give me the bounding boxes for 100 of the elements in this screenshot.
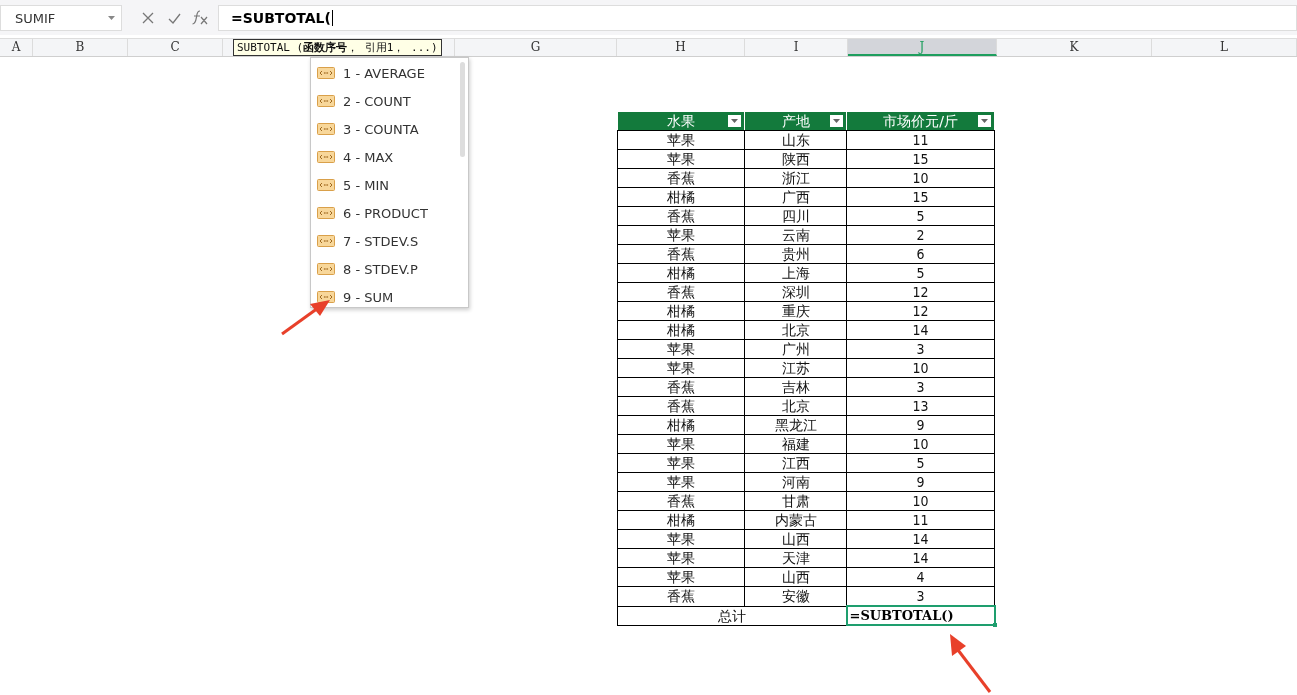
table-cell: 13 [846,396,995,416]
menu-item[interactable]: 4 - MAX [311,143,468,171]
column-header[interactable]: K [997,39,1152,56]
table-header-cell: 产地 [744,111,847,131]
table-cell: 5 [846,263,995,283]
table-cell: 4 [846,567,995,587]
table-cell: 香蕉 [617,206,745,226]
table-cell: 苹果 [617,358,745,378]
table-cell: 苹果 [617,130,745,150]
formula-cell[interactable]: =SUBTOTAL() [846,606,995,625]
menu-item[interactable]: 6 - PRODUCT [311,199,468,227]
table-cell: 苹果 [617,434,745,454]
function-icon [317,235,335,247]
table-cell: 四川 [744,206,847,226]
function-icon [317,151,335,163]
table-cell: 重庆 [744,301,847,321]
table-cell: 深圳 [744,282,847,302]
table-cell: 9 [846,472,995,492]
table-cell: 甘肃 [744,491,847,511]
table-cell: 苹果 [617,529,745,549]
menu-item[interactable]: 7 - STDEV.S [311,227,468,255]
table-cell: 12 [846,282,995,302]
table-cell: 天津 [744,548,847,568]
name-box-value: SUMIF [15,10,56,26]
table-cell: 广州 [744,339,847,359]
table-cell: 柑橘 [617,415,745,435]
column-header[interactable]: A [0,39,33,56]
table-cell: 10 [846,358,995,378]
table-cell: 14 [846,529,995,549]
table-cell: 5 [846,206,995,226]
table-cell: 浙江 [744,168,847,188]
table-cell: 香蕉 [617,282,745,302]
function-icon [317,207,335,219]
caret-icon [981,119,988,123]
table-cell: 山东 [744,130,847,150]
table-cell: 安徽 [744,586,847,606]
table-cell: 11 [846,130,995,150]
column-header[interactable]: G [455,39,617,56]
column-header[interactable]: H [617,39,745,56]
table-cell: 香蕉 [617,377,745,397]
table-cell: 北京 [744,320,847,340]
formula-field[interactable]: =SUBTOTAL( [218,5,1297,31]
table-cell: 黑龙江 [744,415,847,435]
table-cell: 14 [846,548,995,568]
column-header[interactable]: L [1152,39,1297,56]
filter-button[interactable] [728,115,741,127]
table-cell: 江西 [744,453,847,473]
table-cell: 柑橘 [617,510,745,530]
table-cell: 香蕉 [617,586,745,606]
table-cell: 香蕉 [617,396,745,416]
table-cell: 香蕉 [617,491,745,511]
menu-item[interactable]: 3 - COUNTA [311,115,468,143]
table-cell: 3 [846,339,995,359]
caret-icon[interactable] [108,16,115,20]
column-header[interactable]: C [128,39,223,56]
table-cell: 15 [846,187,995,207]
table-cell: 苹果 [617,548,745,568]
column-header[interactable]: B [33,39,128,56]
table-header-cell: 市场价元/斤 [846,111,995,131]
table-cell: 11 [846,510,995,530]
menu-item[interactable]: 5 - MIN [311,171,468,199]
total-label-cell: 总计 [617,606,847,625]
table-cell: 柑橘 [617,301,745,321]
table-cell: 10 [846,168,995,188]
table-cell: 江苏 [744,358,847,378]
menu-item[interactable]: 1 - AVERAGE [311,59,468,87]
function-icon [317,179,335,191]
function-tooltip: SUBTOTAL (函数序号， 引用1， ...) [233,39,442,56]
table-cell: 柑橘 [617,187,745,207]
caret-icon [731,119,738,123]
scrollbar-thumb[interactable] [460,62,465,157]
table-cell: 吉林 [744,377,847,397]
filter-button[interactable] [978,115,991,127]
table-cell: 6 [846,244,995,264]
table-cell: 上海 [744,263,847,283]
table-cell: 14 [846,320,995,340]
table-cell: 香蕉 [617,168,745,188]
table-cell: 2 [846,225,995,245]
table-cell: 3 [846,377,995,397]
name-box[interactable]: SUMIF [0,5,122,31]
table-cell: 12 [846,301,995,321]
filter-button[interactable] [830,115,843,127]
function-icon [317,67,335,79]
table-cell: 内蒙古 [744,510,847,530]
table-cell: 苹果 [617,339,745,359]
table-cell: 9 [846,415,995,435]
table-cell: 河南 [744,472,847,492]
caret-icon [833,119,840,123]
table-cell: 10 [846,434,995,454]
table-cell: 贵州 [744,244,847,264]
menu-item[interactable]: 8 - STDEV.P [311,255,468,283]
menu-item[interactable]: 2 - COUNT [311,87,468,115]
table-cell: 香蕉 [617,244,745,264]
table-cell: 柑橘 [617,263,745,283]
function-icon [317,263,335,275]
menu-item[interactable]: 9 - SUM [311,283,468,311]
table-header-cell: 水果 [617,111,745,131]
function-icon [317,291,335,303]
table-cell: 苹果 [617,149,745,169]
table-cell: 10 [846,491,995,511]
